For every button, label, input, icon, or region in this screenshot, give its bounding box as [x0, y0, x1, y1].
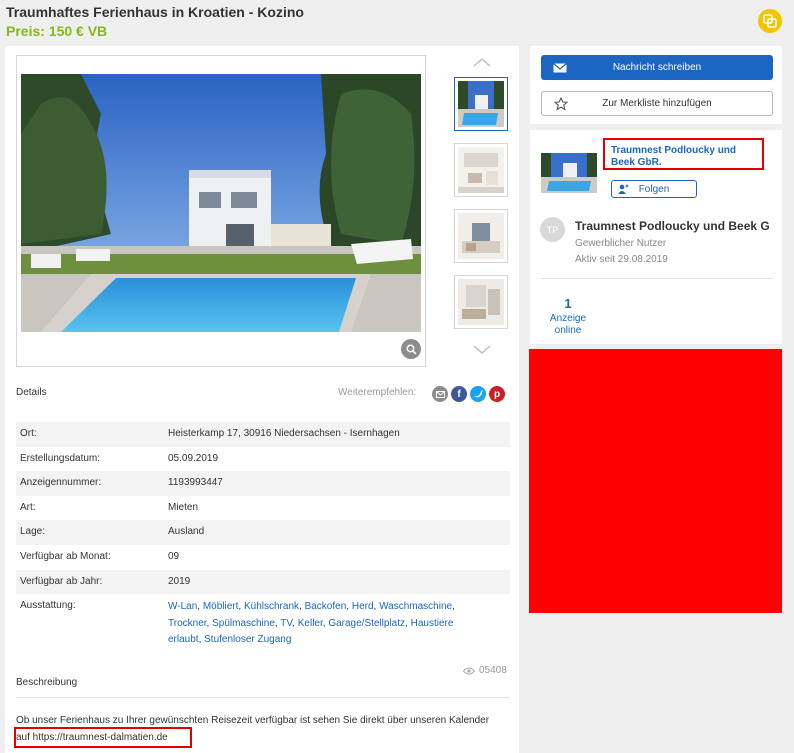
feature-link[interactable]: Möbliert — [203, 601, 239, 612]
listing-price: Preis: 150 € VB — [6, 23, 108, 39]
detail-row-verfuegbar-jahr: Verfügbar ab Jahr: 2019 — [16, 569, 510, 595]
contact-actions-panel: Nachricht schreiben Zur Merkliste hinzuf… — [530, 46, 782, 124]
share-email-button[interactable] — [432, 386, 448, 402]
detail-value: Heisterkamp 17, 30916 Niedersachsen - Is… — [168, 428, 400, 439]
detail-label: Lage: — [20, 526, 46, 538]
main-image-viewer[interactable] — [16, 55, 426, 367]
feature-link[interactable]: Trockner — [168, 618, 207, 629]
view-counter: 05408 — [463, 665, 507, 676]
seller-panel: Traumnest Podloucky und Beek GbR. Folgen… — [530, 130, 782, 344]
send-message-button[interactable]: Nachricht schreiben — [541, 55, 773, 80]
detail-value: Ausland — [168, 526, 205, 538]
feature-link[interactable]: Herd — [352, 601, 374, 612]
thumbnail-3[interactable] — [454, 209, 508, 263]
description-text: Ob unser Ferienhaus zu Ihrer gewünschten… — [16, 715, 490, 726]
description-heading: Beschreibung — [16, 677, 78, 688]
seller-name-link[interactable]: Traumnest Podloucky und Beek GbR. — [603, 138, 764, 170]
detail-label: Anzeigennummer: — [20, 477, 102, 489]
detail-row-ausstattung: Ausstattung: W-Lan, Möbliert, Kühlschran… — [16, 594, 510, 648]
seller-ads-label[interactable]: Anzeige online — [542, 313, 594, 337]
follow-label: Folgen — [638, 183, 670, 195]
detail-row-verfuegbar-monat: Verfügbar ab Monat: 09 — [16, 545, 510, 570]
detail-label: Verfügbar ab Jahr: — [20, 575, 103, 587]
share-pinterest-button[interactable]: p — [489, 386, 505, 402]
description-divider — [16, 697, 510, 698]
add-user-icon — [618, 184, 629, 194]
seller-avatar: TP — [540, 217, 565, 242]
seller-active-since: Aktiv seit 29.08.2019 — [575, 254, 668, 265]
seller-type: Gewerblicher Nutzer — [575, 238, 667, 249]
share-twitter-button[interactable] — [470, 386, 486, 402]
advertisement-block — [529, 349, 782, 613]
view-count: 05408 — [479, 665, 507, 676]
detail-row-art: Art: Mieten — [16, 496, 510, 521]
seller-name[interactable]: Traumnest Podloucky und Beek G — [575, 219, 770, 233]
feature-link[interactable]: TV — [280, 618, 292, 629]
thumbnail-scroll-down-button[interactable] — [471, 342, 493, 356]
seller-ads-count[interactable]: 1 — [542, 296, 594, 311]
detail-row-anzeigennummer: Anzeigennummer: 1193993447 — [16, 471, 510, 496]
detail-row-ort: Ort: Heisterkamp 17, 30916 Niedersachsen… — [16, 422, 510, 447]
detail-label: Art: — [20, 501, 36, 513]
feature-link[interactable]: Keller — [298, 618, 323, 629]
detail-value: 05.09.2019 — [168, 452, 219, 464]
watchlist-label: Zur Merkliste hinzufügen — [602, 98, 712, 109]
send-message-label: Nachricht schreiben — [612, 62, 702, 73]
detail-label: Ort: — [20, 428, 37, 439]
feature-link[interactable]: Stufenloser Zugang — [204, 634, 291, 645]
feature-link[interactable]: Waschmaschine — [379, 601, 452, 612]
description-url: auf https://traumnest-dalmatien.de — [14, 727, 192, 748]
pinterest-icon: p — [493, 388, 501, 400]
star-outline-icon — [554, 96, 568, 111]
seller-logo[interactable] — [541, 153, 597, 193]
detail-row-erstellungsdatum: Erstellungsdatum: 05.09.2019 — [16, 447, 510, 472]
share-button[interactable] — [758, 9, 782, 33]
chevron-up-icon — [473, 57, 491, 67]
feature-link[interactable]: W-Lan — [168, 601, 197, 612]
facebook-icon: f — [457, 388, 461, 400]
thumbnail-scroll-up-button[interactable] — [471, 55, 493, 69]
envelope-icon — [553, 62, 567, 72]
share-icon — [763, 14, 777, 28]
listing-main-panel: Details Weiterempfehlen: f p Ort: Heiste… — [5, 46, 519, 753]
listing-title: Traumhaftes Ferienhaus in Kroatien - Koz… — [6, 4, 304, 20]
listing-header: Traumhaftes Ferienhaus in Kroatien - Koz… — [6, 4, 304, 40]
detail-row-lage: Lage: Ausland — [16, 520, 510, 545]
seller-divider — [541, 278, 773, 279]
details-heading: Details — [16, 387, 47, 398]
detail-value: Mieten — [168, 501, 199, 513]
detail-value: 09 — [168, 550, 180, 562]
main-photo[interactable] — [21, 74, 421, 332]
envelope-icon — [435, 390, 445, 398]
zoom-button[interactable] — [401, 339, 421, 359]
chevron-down-icon — [473, 344, 491, 354]
feature-link[interactable]: Spülmaschine — [212, 618, 275, 629]
magnifier-icon — [406, 344, 417, 355]
share-facebook-button[interactable]: f — [451, 386, 467, 402]
follow-button[interactable]: Folgen — [611, 180, 697, 198]
description-body: Ob unser Ferienhaus zu Ihrer gewünschten… — [14, 712, 516, 748]
thumbnail-2[interactable] — [454, 143, 508, 197]
thumbnail-1[interactable] — [454, 77, 508, 131]
add-to-watchlist-button[interactable]: Zur Merkliste hinzufügen — [541, 91, 773, 116]
detail-value: 2019 — [168, 575, 191, 587]
details-table: Ort: Heisterkamp 17, 30916 Niedersachsen… — [16, 422, 510, 648]
twitter-icon — [473, 390, 483, 398]
detail-label: Erstellungsdatum: — [20, 452, 101, 464]
detail-value: 1193993447 — [168, 477, 223, 489]
detail-label: Ausstattung: — [20, 600, 76, 612]
eye-icon — [463, 667, 475, 674]
feature-link[interactable]: Garage/Stellplatz — [328, 618, 405, 629]
feature-link[interactable]: Backofen — [305, 601, 347, 612]
feature-link[interactable]: Kühlschrank — [244, 601, 299, 612]
share-label: Weiterempfehlen: — [338, 387, 417, 398]
thumbnail-4[interactable] — [454, 275, 508, 329]
features-list: W-Lan, Möbliert, Kühlschrank, Backofen, … — [168, 601, 455, 646]
detail-label: Verfügbar ab Monat: — [20, 550, 111, 562]
